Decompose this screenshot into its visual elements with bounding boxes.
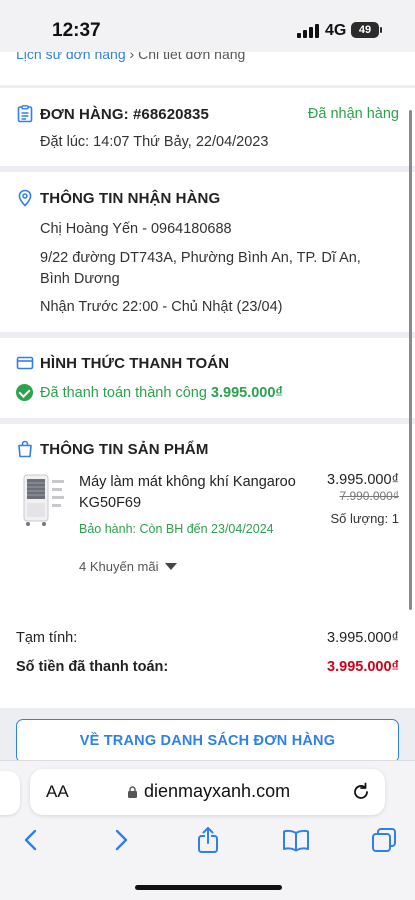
delivery-time: Nhận Trước 22:00 - Chủ Nhật (23/04): [40, 299, 283, 315]
breadcrumb-separator: ›: [129, 52, 135, 62]
tabs-icon[interactable]: [369, 825, 399, 855]
status-bar: 12:37 4G 49: [0, 0, 415, 52]
cellular-signal-icon: [297, 24, 319, 38]
product-quantity: Số lượng: 1: [330, 511, 399, 526]
recipient-card: THÔNG TIN NHẬN HÀNG Chị Hoàng Yến - 0964…: [0, 172, 415, 332]
recipient-address: 9/22 đường DT743A, Phường Bình An, TP. D…: [40, 250, 361, 287]
order-status-badge: Đã nhận hàng: [307, 106, 399, 122]
back-arrow-icon[interactable]: [16, 825, 46, 855]
product-warranty: Bảo hành: Còn BH đến 23/04/2024: [79, 522, 274, 536]
previous-tab-peek[interactable]: [0, 771, 20, 815]
subtotal-value: 3.995.000₫: [327, 630, 399, 646]
order-card: ĐƠN HÀNG: #68620835 Đã nhận hàng Đặt lúc…: [0, 88, 415, 166]
paid-amount-value: 3.995.000₫: [327, 659, 399, 675]
product-name[interactable]: Máy làm mát không khí Kangaroo KG50F69: [79, 472, 314, 514]
battery-cap: [380, 27, 382, 33]
caret-down-icon: [164, 563, 177, 570]
payment-title: HÌNH THỨC THANH TOÁN: [40, 355, 230, 372]
check-circle-icon: [16, 384, 33, 401]
product-thumbnail[interactable]: [18, 472, 68, 528]
reload-icon[interactable]: [350, 781, 372, 803]
promotions-toggle[interactable]: 4 Khuyến mãi: [79, 559, 177, 574]
subtotal-row: Tạm tính: 3.995.000₫: [16, 630, 399, 646]
back-to-orders-button[interactable]: VỀ TRANG DANH SÁCH ĐƠN HÀNG: [16, 719, 399, 763]
breadcrumb-order-history-link[interactable]: Lịch sử đơn hàng: [16, 52, 126, 62]
lock-icon: [128, 786, 137, 798]
paid-amount-label: Số tiền đã thanh toán:: [16, 659, 169, 675]
product-old-price: 7.990.000₫: [339, 489, 399, 503]
status-time: 12:37: [52, 20, 101, 41]
home-indicator[interactable]: [135, 885, 282, 890]
payment-amount: 3.995.000₫: [210, 385, 283, 401]
breadcrumb-current: Chi tiết đơn hàng: [138, 52, 246, 62]
location-pin-icon: [18, 189, 32, 207]
subtotal-label: Tạm tính:: [16, 630, 78, 646]
text-size-button[interactable]: AA: [46, 782, 69, 802]
order-list-icon: [17, 105, 33, 123]
payment-card: HÌNH THỨC THANH TOÁN Đã thanh toán thành…: [0, 338, 415, 418]
credit-card-icon: [16, 356, 34, 370]
forward-arrow-icon[interactable]: [106, 825, 136, 855]
battery-icon: 49: [351, 22, 379, 38]
promotions-label: 4 Khuyến mãi: [79, 559, 159, 574]
recipient-title: THÔNG TIN NHẬN HÀNG: [40, 190, 221, 207]
paid-amount-row: Số tiền đã thanh toán: 3.995.000₫: [16, 659, 399, 675]
shopping-bag-icon: [18, 440, 32, 458]
share-icon[interactable]: [193, 825, 223, 855]
payment-status-text: Đã thanh toán thành công: [40, 385, 207, 401]
product-price: 3.995.000₫: [327, 472, 399, 488]
url-text[interactable]: dienmayxanh.com: [144, 781, 290, 802]
breadcrumb: Lịch sử đơn hàng › Chi tiết đơn hàng: [0, 52, 415, 85]
network-type: 4G: [325, 22, 347, 39]
order-title: ĐƠN HÀNG: #68620835: [40, 106, 209, 123]
product-section-title: THÔNG TIN SẢN PHẨM: [40, 441, 209, 458]
recipient-name-phone: Chị Hoàng Yến - 0964180688: [40, 221, 232, 237]
page-scrollbar[interactable]: [409, 110, 412, 610]
bookmarks-icon[interactable]: [281, 825, 311, 855]
order-placed-at: Đặt lúc: 14:07 Thứ Bảy, 22/04/2023: [40, 134, 269, 150]
payment-status: Đã thanh toán thành công 3.995.000₫: [16, 383, 283, 404]
address-bar[interactable]: AA dienmayxanh.com: [30, 769, 385, 815]
